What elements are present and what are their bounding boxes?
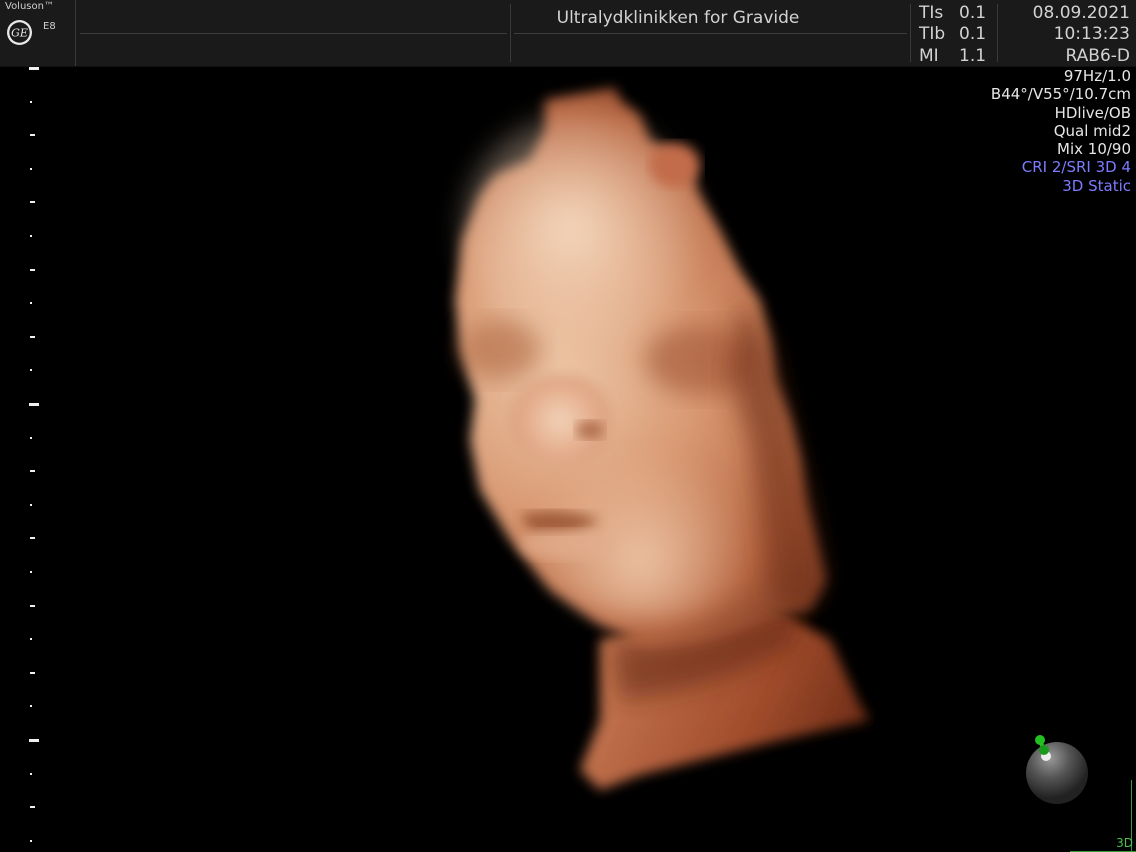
- depth-tick: [30, 537, 35, 539]
- volume-angles: B44°/V55°/10.7cm: [990, 85, 1131, 104]
- depth-tick: [30, 806, 35, 808]
- depth-scale: [0, 0, 60, 852]
- mix-ratio: Mix 10/90: [1057, 140, 1131, 159]
- header-separator: [510, 4, 511, 62]
- depth-tick: [30, 336, 35, 338]
- depth-tick: [30, 269, 35, 271]
- render-mode: HDlive/OB: [1054, 103, 1131, 122]
- header-separator: [910, 4, 911, 62]
- depth-tick: [30, 705, 32, 707]
- tis-value: 0.1: [959, 3, 987, 23]
- date-display: 08.09.2021: [1032, 3, 1130, 23]
- eye-shadow: [460, 320, 540, 380]
- hand-fragment: [650, 143, 700, 187]
- header-divider: [514, 33, 907, 34]
- time-display: 10:13:23: [1053, 24, 1130, 44]
- depth-tick: [30, 201, 35, 203]
- mi-label: MI: [919, 46, 939, 66]
- depth-tick: [30, 168, 32, 170]
- depth-tick: [30, 302, 32, 304]
- depth-tick: [30, 638, 32, 640]
- tib-row: TIb 0.1: [919, 24, 986, 44]
- depth-tick: [30, 840, 32, 842]
- depth-tick: [30, 571, 32, 573]
- depth-tick: [30, 504, 32, 506]
- depth-tick: [30, 235, 32, 237]
- tis-row: TIs 0.1: [919, 3, 986, 23]
- tib-value: 0.1: [959, 24, 987, 44]
- frame-rate: 97Hz/1.0: [1063, 67, 1131, 85]
- quality: Qual mid2: [1053, 121, 1131, 140]
- tis-label: TIs: [919, 3, 944, 23]
- mi-row: MI 1.1: [919, 46, 986, 66]
- mode-indicator: 3D: [1116, 836, 1133, 850]
- header-divider: [80, 33, 507, 34]
- mi-value: 1.1: [959, 46, 987, 66]
- depth-tick: [29, 739, 39, 742]
- depth-tick: [30, 672, 35, 674]
- acquisition-mode: 3D Static: [1062, 176, 1131, 195]
- depth-tick: [30, 369, 32, 371]
- header-separator: [997, 4, 998, 62]
- depth-tick: [30, 134, 35, 136]
- depth-tick: [29, 403, 39, 406]
- nose: [507, 373, 617, 463]
- parameter-list: 97Hz/1.0 B44°/V55°/10.7cm HDlive/OB Qual…: [991, 67, 1131, 195]
- depth-tick: [30, 605, 35, 607]
- clinic-name: Ultralydklinikken for Gravide: [556, 8, 800, 28]
- orientation-ball-icon[interactable]: [1020, 730, 1100, 810]
- lower-lip: [520, 530, 610, 560]
- depth-tick: [30, 773, 32, 775]
- tib-label: TIb: [919, 24, 946, 44]
- fetal-face-render: [455, 88, 870, 790]
- depth-tick: [30, 437, 32, 439]
- cri-sri-setting: CRI 2/SRI 3D 4: [1021, 158, 1131, 177]
- depth-tick: [30, 470, 35, 472]
- header-bar: Voluson™ GE E8 Ultralydklinikken for Gra…: [0, 0, 1136, 67]
- depth-tick: [30, 101, 32, 103]
- depth-tick: [29, 67, 39, 70]
- nostril: [576, 421, 604, 439]
- probe-display: RAB6-D: [1065, 46, 1130, 66]
